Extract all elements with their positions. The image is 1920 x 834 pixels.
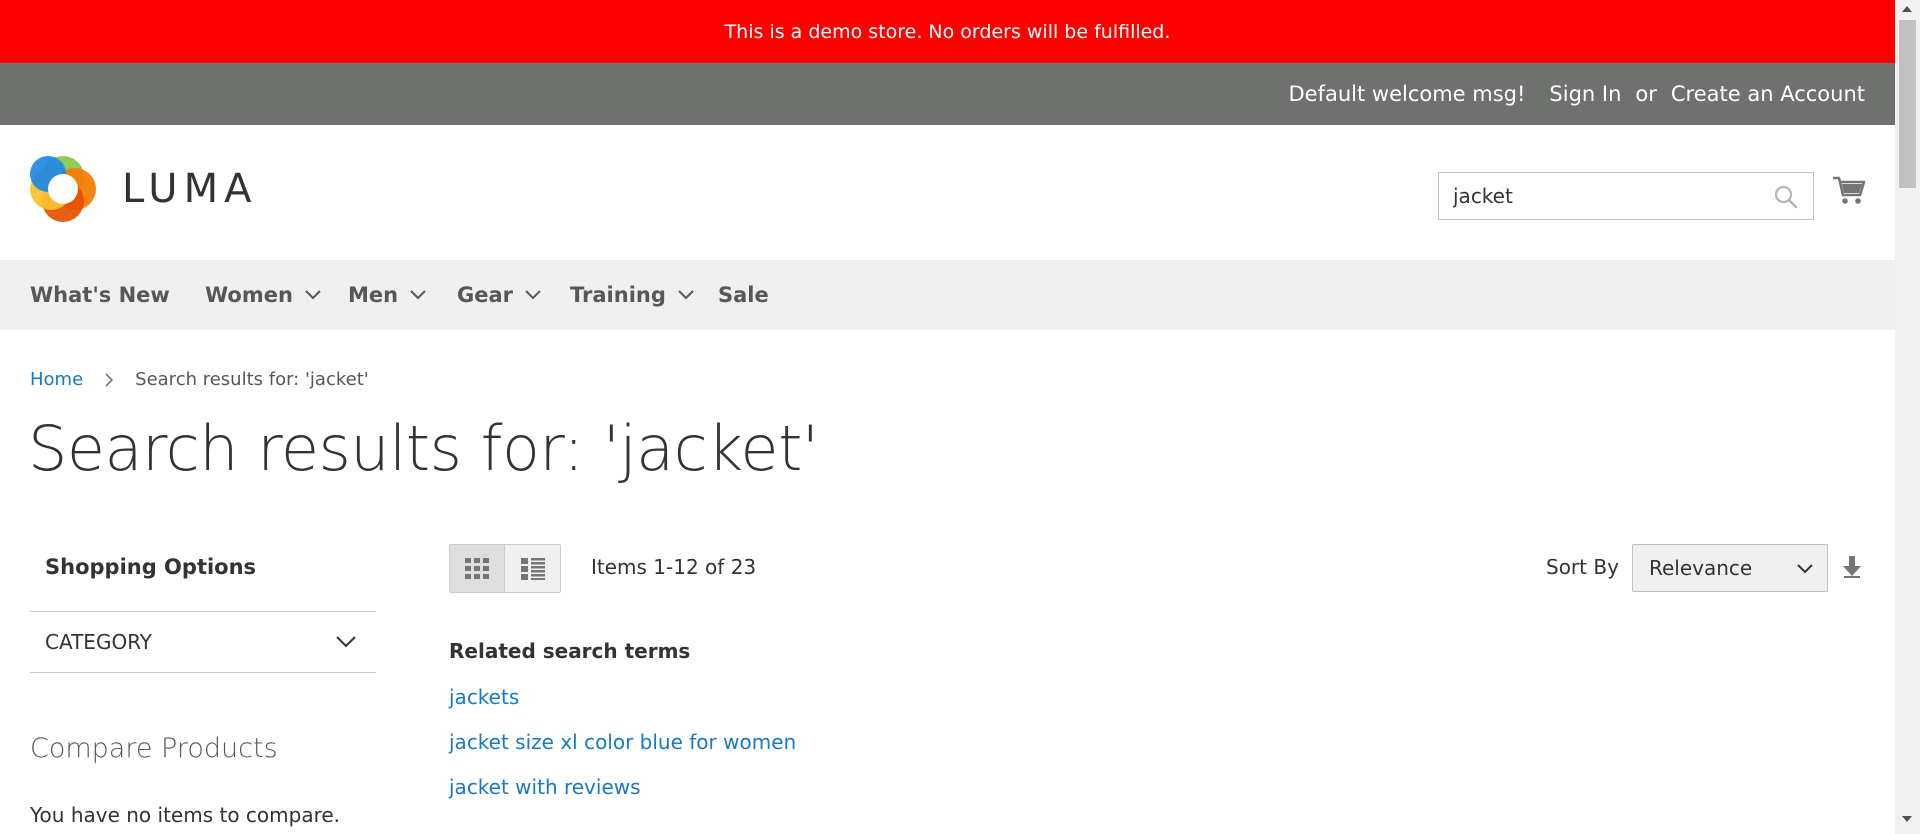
related-term-link[interactable]: jacket with reviews [449, 775, 641, 799]
panel-header: Default welcome msg! Sign In or Create a… [0, 63, 1895, 125]
category-filter-title: CATEGORY [45, 630, 153, 654]
related-term-link[interactable]: jacket size xl color blue for women [449, 730, 796, 754]
search-box [1438, 172, 1814, 220]
list-view-button[interactable] [505, 545, 560, 592]
chevron-down-icon [678, 290, 694, 300]
grid-icon [465, 557, 489, 579]
main-nav: What's New Women Men Gear Training Sale [0, 260, 1895, 330]
page-title: Search results for: 'jacket' [28, 412, 819, 485]
related-term-link[interactable]: jackets [449, 685, 519, 709]
chevron-down-icon [410, 290, 426, 300]
toolbar-amount: Items 1-12 of 23 [591, 555, 757, 579]
sort-by-label: Sort By [1546, 555, 1619, 579]
welcome-message: Default welcome msg! [1288, 82, 1526, 106]
chevron-down-icon [1797, 564, 1813, 574]
nav-item-label: Training [570, 283, 666, 307]
nav-item-women[interactable]: Women [205, 260, 321, 330]
nav-item-label: Sale [718, 283, 769, 307]
nav-item-label: Women [205, 283, 293, 307]
logo-mark-icon [30, 156, 96, 222]
nav-item-training[interactable]: Training [570, 260, 694, 330]
sort-by-value: Relevance [1649, 556, 1753, 580]
nav-item-gear[interactable]: Gear [457, 260, 541, 330]
demo-notice-bar: This is a demo store. No orders will be … [0, 0, 1895, 63]
header-links: Default welcome msg! Sign In or Create a… [1288, 63, 1865, 125]
demo-notice-text: This is a demo store. No orders will be … [724, 20, 1171, 43]
breadcrumb-home-link[interactable]: Home [30, 369, 83, 390]
or-separator: or [1635, 82, 1657, 106]
sort-by-select[interactable]: Relevance [1632, 544, 1828, 592]
chevron-down-icon [305, 290, 321, 300]
nav-item-whats-new[interactable]: What's New [30, 260, 170, 330]
breadcrumb: Home Search results for: 'jacket' [30, 369, 369, 390]
related-search-terms-title: Related search terms [449, 639, 691, 663]
scroll-down-arrow-icon[interactable] [1902, 816, 1912, 822]
scrollbar-thumb[interactable] [1899, 20, 1916, 188]
search-input[interactable] [1453, 183, 1753, 209]
create-account-link[interactable]: Create an Account [1671, 82, 1865, 106]
compare-empty-message: You have no items to compare. [30, 803, 341, 827]
nav-item-label: Men [348, 283, 399, 307]
nav-item-label: Gear [457, 283, 514, 307]
nav-item-label: What's New [30, 283, 170, 307]
compare-products-title: Compare Products [30, 733, 278, 764]
sign-in-link[interactable]: Sign In [1549, 82, 1621, 106]
category-filter[interactable]: CATEGORY [30, 611, 376, 673]
nav-item-sale[interactable]: Sale [718, 260, 769, 330]
breadcrumb-current: Search results for: 'jacket' [135, 369, 369, 390]
view-mode-switch [449, 544, 561, 593]
cart-icon[interactable] [1832, 173, 1866, 207]
chevron-down-icon [525, 290, 541, 300]
sort-direction-icon[interactable] [1842, 556, 1862, 578]
page-scrollbar[interactable] [1895, 0, 1920, 834]
search-icon[interactable] [1773, 184, 1799, 210]
shopping-options-title: Shopping Options [45, 555, 257, 579]
logo-text: LUMA [122, 166, 258, 212]
grid-view-button[interactable] [450, 545, 505, 592]
nav-item-men[interactable]: Men [348, 260, 426, 330]
chevron-right-icon [105, 372, 114, 387]
site-header: LUMA [0, 125, 1895, 260]
logo[interactable]: LUMA [30, 156, 257, 222]
scroll-up-arrow-icon[interactable] [1902, 6, 1912, 12]
chevron-down-icon [336, 636, 356, 648]
list-icon [520, 557, 545, 580]
